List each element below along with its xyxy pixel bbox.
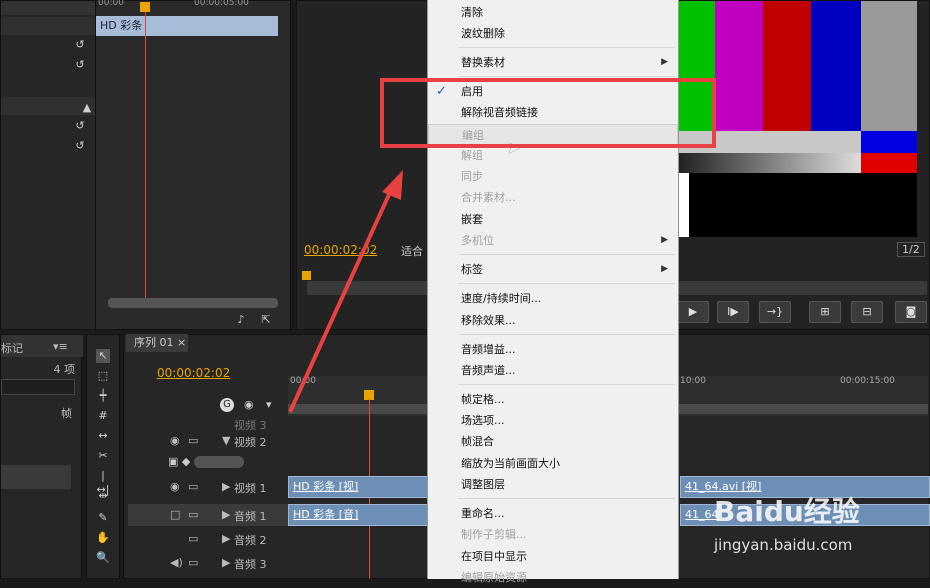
watermark: Baidu经验 jingyan.baidu.com — [710, 480, 910, 570]
watermark-url: jingyan.baidu.com — [714, 536, 853, 554]
watermark-logo: Baidu经验 — [714, 495, 860, 528]
